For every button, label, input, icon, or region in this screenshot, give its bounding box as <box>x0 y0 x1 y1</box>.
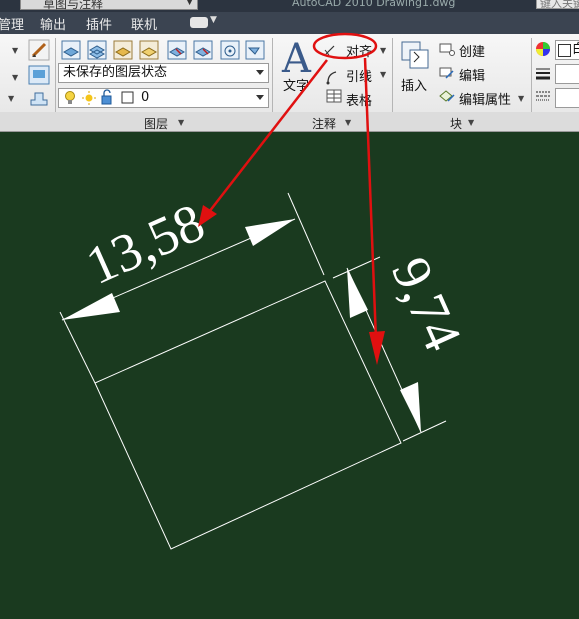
dimension-horizontal[interactable]: 13,58 <box>59 192 325 384</box>
dimension-text-vertical: 9,74 <box>380 248 473 359</box>
extension-line <box>59 311 96 384</box>
red-arrow-line <box>208 59 328 213</box>
dimension-text-horizontal: 13,58 <box>77 192 212 296</box>
dimension-arrow <box>347 268 368 318</box>
drawing-svg: 13,58 9,74 <box>59 32 473 550</box>
red-annotation-overlay <box>198 32 385 365</box>
extension-line <box>402 420 447 442</box>
red-arrowhead <box>198 205 217 227</box>
highlight-circle <box>312 32 378 60</box>
extension-line <box>287 192 325 276</box>
rotated-rectangle[interactable] <box>94 280 402 550</box>
dimension-arrow <box>245 219 295 246</box>
dimension-arrow <box>62 293 120 320</box>
dimension-arrow <box>400 382 421 432</box>
dimension-vertical[interactable]: 9,74 <box>332 248 473 442</box>
red-arrow-line <box>363 57 378 341</box>
